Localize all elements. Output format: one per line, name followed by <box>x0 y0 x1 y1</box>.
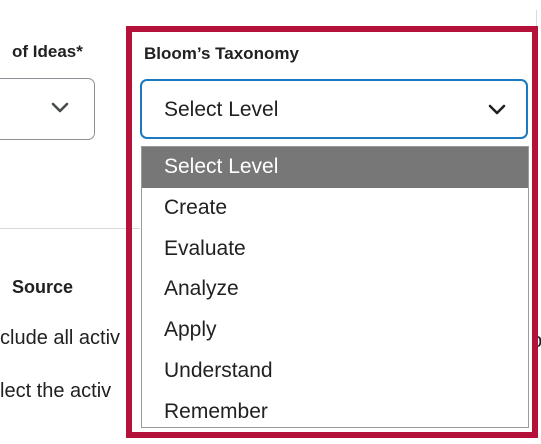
ideas-select[interactable] <box>0 78 95 140</box>
source-option-text-2: lect the activ <box>0 380 112 402</box>
chevron-down-icon <box>51 101 69 119</box>
ideas-field-label: of Ideas* <box>12 42 83 61</box>
highlight-frame <box>126 26 538 438</box>
source-option-text-1: clude all activ <box>0 327 121 349</box>
source-section-label: Source <box>12 277 74 297</box>
section-divider <box>0 228 140 229</box>
